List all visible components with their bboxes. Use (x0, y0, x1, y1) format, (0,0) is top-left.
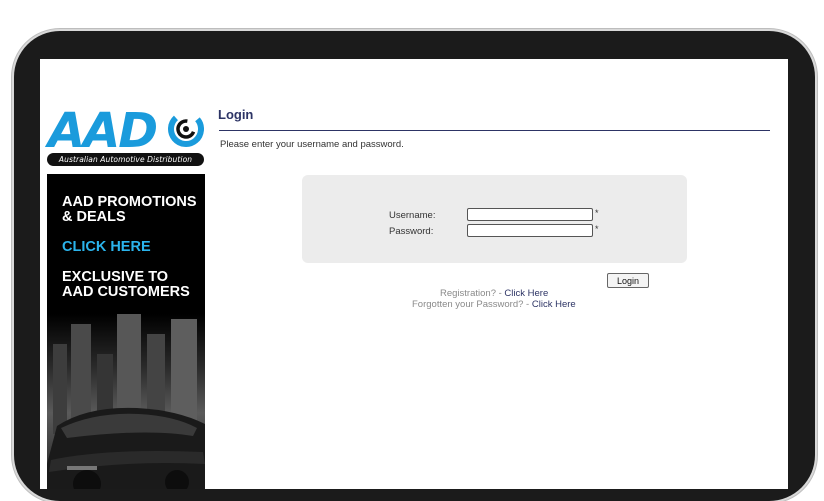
tablet-screen: AAD Australian Automotive Distribution A… (40, 59, 788, 489)
promo-heading: AAD PROMOTIONS & DEALS (62, 194, 197, 225)
username-required-marker: * (595, 208, 599, 218)
logo-ring-icon (168, 111, 204, 147)
username-input[interactable] (467, 208, 593, 221)
registration-text: Registration? - (440, 288, 502, 299)
password-input[interactable] (467, 224, 593, 237)
page-title: Login (218, 107, 254, 122)
promo-city-image (47, 314, 205, 489)
car-image (47, 314, 205, 489)
title-divider (219, 130, 770, 131)
promo-subheading: EXCLUSIVE TO AAD CUSTOMERS (62, 269, 190, 300)
registration-link[interactable]: Click Here (504, 288, 548, 299)
login-instructions: Please enter your username and password. (220, 139, 404, 150)
aad-logo[interactable]: AAD Australian Automotive Distribution (46, 103, 206, 169)
username-label: Username: (389, 210, 436, 221)
promo-cta-link[interactable]: CLICK HERE (62, 240, 151, 255)
login-form-panel: Username: * Password: * (302, 175, 687, 263)
registration-line: Registration? - Click Here (440, 288, 548, 299)
forgot-password-line: Forgotten your Password? - Click Here (412, 299, 576, 310)
logo-tagline: Australian Automotive Distribution (47, 153, 204, 166)
forgot-password-text: Forgotten your Password? - (412, 299, 530, 310)
logo-brand: AAD (48, 103, 158, 159)
promo-banner[interactable]: AAD PROMOTIONS & DEALS CLICK HERE EXCLUS… (47, 174, 205, 489)
password-required-marker: * (595, 224, 599, 234)
password-label: Password: (389, 226, 434, 237)
login-button[interactable]: Login (607, 273, 649, 288)
forgot-password-link[interactable]: Click Here (532, 299, 576, 310)
